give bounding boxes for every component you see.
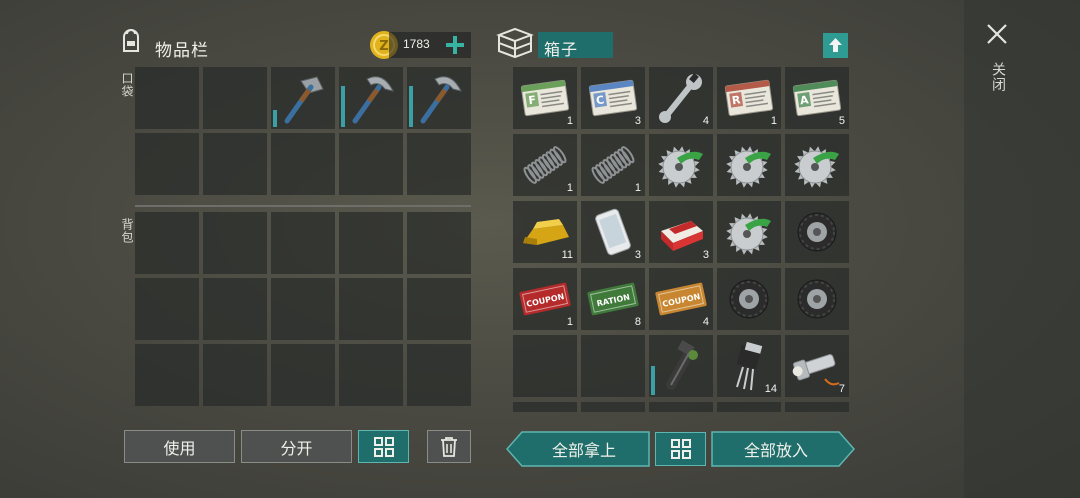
grid-sort-icon	[670, 439, 691, 459]
backpack-slot[interactable]	[203, 344, 267, 406]
backpack-slot[interactable]	[407, 278, 471, 340]
box-grid-next-row	[513, 402, 849, 412]
durability-bar	[273, 110, 277, 127]
close-label[interactable]: 关闭	[988, 62, 1008, 92]
box-slot[interactable]	[785, 268, 849, 330]
pocket-slot[interactable]	[407, 133, 471, 195]
box-slot[interactable]: 1	[513, 134, 577, 196]
box-slot[interactable]: C3	[581, 67, 645, 129]
item-count: 7	[838, 383, 845, 395]
backpack-label: 背包	[120, 218, 134, 244]
item-count: 4	[702, 115, 709, 127]
item-count: 4	[702, 316, 709, 328]
pocket-slot[interactable]	[271, 133, 335, 195]
backpack-slot[interactable]	[339, 212, 403, 274]
item-count: 1	[566, 115, 573, 127]
pocket-slot[interactable]	[407, 67, 471, 129]
box-slot[interactable]: 3	[581, 201, 645, 263]
pocket-slot[interactable]	[203, 67, 267, 129]
backpack-slot[interactable]	[135, 212, 199, 274]
box-slot[interactable]	[785, 134, 849, 196]
pocket-slot[interactable]	[339, 133, 403, 195]
use-button[interactable]: 使用	[124, 430, 235, 463]
side-panel	[964, 0, 1080, 498]
backpack-slot[interactable]	[271, 212, 335, 274]
box-slot[interactable]: 7	[785, 335, 849, 397]
box-title: 箱子	[544, 40, 579, 59]
sort-inventory-button[interactable]	[358, 430, 409, 463]
box-slot[interactable]	[649, 134, 713, 196]
box-slot[interactable]	[513, 335, 577, 397]
divider	[135, 205, 471, 207]
item-count: 3	[634, 249, 641, 261]
box-slot[interactable]	[649, 335, 713, 397]
box-slot[interactable]: 3	[649, 201, 713, 263]
box-slot[interactable]	[785, 201, 849, 263]
backpack-slot[interactable]	[135, 278, 199, 340]
put-all-button[interactable]: 全部放入	[712, 432, 840, 465]
pocket-grid	[135, 67, 471, 195]
delete-button[interactable]	[427, 430, 471, 463]
durability-bar	[341, 86, 345, 127]
item-count: 1	[566, 182, 573, 194]
box-slot[interactable]: 1	[581, 134, 645, 196]
box-slot[interactable]: COUPON 4	[649, 268, 713, 330]
box-grid: F 1 C 3 4 R 1 A 5 1 1 11 3 3 COUPON 1 RATION 8 COUPON 4 14 7	[513, 67, 849, 397]
item-count: 11	[561, 249, 573, 261]
item-count: 5	[838, 115, 845, 127]
backpack-slot[interactable]	[271, 278, 335, 340]
grid-sort-icon	[373, 436, 394, 457]
box-slot[interactable]: 11	[513, 201, 577, 263]
item-count: 14	[764, 383, 777, 395]
inventory-title: 物品栏	[155, 41, 209, 61]
take-all-button[interactable]: 全部拿上	[520, 432, 648, 465]
item-count: 3	[702, 249, 709, 261]
box-icon	[496, 27, 534, 59]
box-slot[interactable]: RATION 8	[581, 268, 645, 330]
box-slot[interactable]: R1	[717, 67, 781, 129]
durability-bar	[409, 86, 413, 127]
close-icon[interactable]	[985, 22, 1009, 46]
backpack-slot[interactable]	[407, 344, 471, 406]
coin-count: 1783	[403, 37, 430, 51]
item-count: 8	[634, 316, 641, 328]
pocket-slot[interactable]	[135, 67, 199, 129]
backpack-slot[interactable]	[339, 278, 403, 340]
box-slot[interactable]: A5	[785, 67, 849, 129]
upload-arrow-button[interactable]	[823, 33, 848, 58]
item-count: 1	[770, 115, 777, 127]
box-slot[interactable]: COUPON 1	[513, 268, 577, 330]
item-count: 1	[566, 316, 573, 328]
item-count: 1	[634, 182, 641, 194]
box-slot[interactable]	[717, 134, 781, 196]
box-slot[interactable]: F1	[513, 67, 577, 129]
backpack-slot[interactable]	[339, 344, 403, 406]
pocket-label: 口袋	[120, 72, 134, 98]
backpack-grid	[135, 212, 471, 406]
backpack-slot[interactable]	[407, 212, 471, 274]
trash-icon	[441, 436, 457, 457]
backpack-slot[interactable]	[135, 344, 199, 406]
box-slot[interactable]: 4	[649, 67, 713, 129]
backpack-slot[interactable]	[203, 212, 267, 274]
sort-box-button[interactable]	[655, 432, 706, 466]
backpack-icon	[123, 29, 139, 52]
box-slot[interactable]	[581, 335, 645, 397]
item-count: 3	[634, 115, 641, 127]
pocket-slot[interactable]	[271, 67, 335, 129]
svg-text:Z: Z	[379, 39, 388, 54]
split-button[interactable]: 分开	[241, 430, 352, 463]
pocket-slot[interactable]	[203, 133, 267, 195]
backpack-slot[interactable]	[271, 344, 335, 406]
durability-bar	[651, 366, 655, 395]
pocket-slot[interactable]	[339, 67, 403, 129]
backpack-slot[interactable]	[203, 278, 267, 340]
add-coins-button[interactable]	[444, 34, 466, 56]
box-slot[interactable]	[717, 201, 781, 263]
pocket-slot[interactable]	[135, 133, 199, 195]
box-slot[interactable]	[717, 268, 781, 330]
box-slot[interactable]: 14	[717, 335, 781, 397]
